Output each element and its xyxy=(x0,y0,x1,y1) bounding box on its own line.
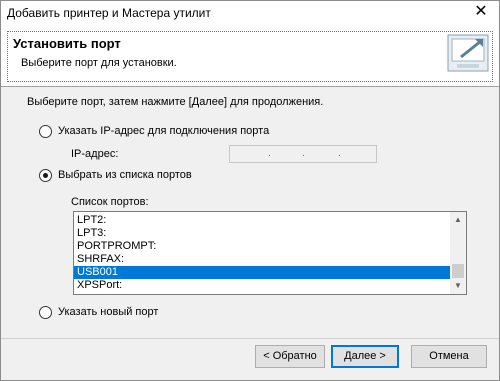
ip-separator: . xyxy=(338,148,341,159)
radio-choose-from-list-label[interactable]: Выбрать из списка портов xyxy=(58,169,192,181)
footer-divider xyxy=(1,338,499,339)
page-subtitle: Выберите порт для установки. xyxy=(21,57,177,69)
port-list-item[interactable]: LPT2: xyxy=(74,214,450,227)
port-list-scrollbar[interactable]: ▲ ▼ xyxy=(450,212,466,294)
ip-address-field[interactable]: . . . xyxy=(229,145,377,163)
scroll-up-icon[interactable]: ▲ xyxy=(450,212,466,228)
window-title: Добавить принтер и Мастера утилит xyxy=(7,6,211,20)
port-list-item[interactable]: XPSPort: xyxy=(74,279,450,292)
port-list-label: Список портов: xyxy=(71,196,149,208)
printer-port-icon xyxy=(447,34,489,72)
title-bar: Добавить принтер и Мастера утилит ✕ xyxy=(1,1,499,25)
ip-separator: . xyxy=(302,148,305,159)
port-list-item[interactable]: PORTPROMPT: xyxy=(74,240,450,253)
wizard-header: Установить порт Выберите порт для устано… xyxy=(1,25,499,87)
scroll-down-icon[interactable]: ▼ xyxy=(450,278,466,294)
close-icon[interactable]: ✕ xyxy=(471,3,491,21)
port-list: LPT2: LPT3: PORTPROMPT: SHRFAX: USB001 XPSPor… xyxy=(74,214,450,292)
radio-choose-from-list[interactable] xyxy=(39,169,52,182)
next-button[interactable]: Далее > xyxy=(331,345,399,368)
wizard-window: Добавить принтер и Мастера утилит ✕ Уста… xyxy=(0,0,500,381)
wizard-body: Выберите порт, затем нажмите [Далее] для… xyxy=(1,88,499,338)
page-title: Установить порт xyxy=(13,36,121,51)
port-list-item[interactable]: USB001 xyxy=(74,266,450,279)
port-list-item[interactable]: SHRFAX: xyxy=(74,253,450,266)
scroll-thumb[interactable] xyxy=(452,264,464,278)
radio-new-port-label[interactable]: Указать новый порт xyxy=(58,306,158,318)
cancel-button[interactable]: Отмена xyxy=(411,345,487,368)
ip-address-label: IP-адрес: xyxy=(71,148,119,160)
instruction-text: Выберите порт, затем нажмите [Далее] для… xyxy=(27,96,324,108)
radio-specify-ip-label[interactable]: Указать IP-адрес для подключения порта xyxy=(58,125,269,137)
ip-separator: . xyxy=(268,148,271,159)
radio-specify-ip[interactable] xyxy=(39,125,52,138)
back-button[interactable]: < Обратно xyxy=(255,345,325,368)
radio-new-port[interactable] xyxy=(39,306,52,319)
port-list-item[interactable]: LPT3: xyxy=(74,227,450,240)
port-listbox[interactable]: LPT2: LPT3: PORTPROMPT: SHRFAX: USB001 XPSPor… xyxy=(73,211,467,295)
